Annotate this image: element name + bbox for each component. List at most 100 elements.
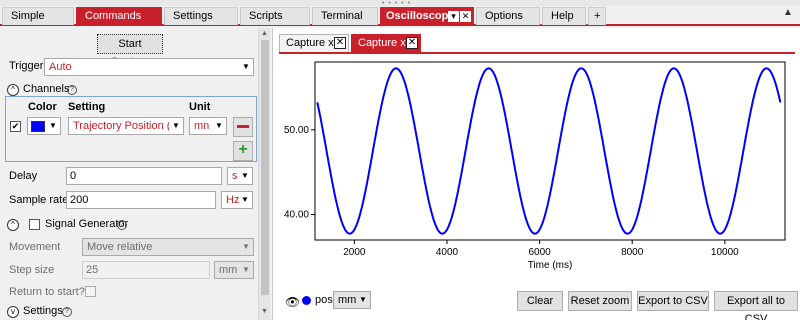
x-axis-label: Time (ms) <box>528 260 573 271</box>
oscilloscope-chart[interactable]: 2000 4000 6000 8000 10000 40.00 50.00 Time (ms) <box>273 56 800 284</box>
minus-icon <box>237 124 249 128</box>
tab-terminal[interactable]: Terminal <box>312 7 378 25</box>
channels-label: Channels <box>23 83 70 95</box>
tab-oscilloscope-label: Oscilloscope <box>386 10 455 22</box>
capture-tab-label: Capture x7 <box>286 37 340 49</box>
trigger-label: Trigger <box>9 60 44 72</box>
reset-zoom-button[interactable]: Reset zoom <box>568 291 632 311</box>
tab-help[interactable]: Help <box>542 7 586 25</box>
tab-scroll-up-icon[interactable]: ▲ <box>783 7 793 18</box>
capture-tab-underline <box>279 52 795 54</box>
chevron-down-icon: ▼ <box>241 195 249 204</box>
close-icon[interactable]: ✕ <box>334 37 346 49</box>
column-unit: Unit <box>189 101 211 113</box>
chevron-down-icon: ▼ <box>241 171 249 180</box>
channel-unit-select[interactable]: mn ▼ <box>189 117 227 135</box>
oscilloscope-panel: Capture x7 ✕ Capture x8 ✕ 2000 4000 6000 80… <box>272 28 800 320</box>
channel-unit-value: mn <box>194 120 210 132</box>
x-tick-label: 10000 <box>711 247 739 258</box>
delay-unit-value: s <box>232 170 238 182</box>
clear-button[interactable]: Clear <box>517 291 563 311</box>
channel-color-picker[interactable]: ▼ <box>27 117 61 135</box>
signal-generator-label: Signal Generator <box>45 218 129 230</box>
step-size-unit-select[interactable]: mm ▼ <box>214 261 254 279</box>
signal-generator-help-icon[interactable]: ? <box>117 220 127 230</box>
start-capture-button[interactable]: Start Capture <box>97 34 163 68</box>
channels-help-icon[interactable]: ? <box>67 85 77 95</box>
remove-channel-button[interactable] <box>233 117 253 137</box>
chevron-down-icon: ▼ <box>215 121 223 130</box>
eye-icon[interactable]: 👁 <box>285 295 300 309</box>
scroll-up-icon[interactable]: ▲ <box>261 30 268 37</box>
step-size-label: Step size <box>9 264 55 276</box>
channel-setting-select[interactable]: Trajectory Position (pc ▼ <box>68 117 184 135</box>
add-channel-button[interactable]: + <box>233 141 253 161</box>
signal-generator-collapse-icon[interactable]: ^ <box>7 219 19 231</box>
scrollbar-thumb[interactable] <box>261 40 269 295</box>
movement-select[interactable]: Move relative ▼ <box>82 238 254 256</box>
export-csv-button[interactable]: Export to CSV <box>637 291 709 311</box>
y-tick-label: 40.00 <box>284 210 309 221</box>
add-tab-button[interactable]: + <box>588 7 606 25</box>
chevron-down-icon: ▼ <box>49 121 57 130</box>
series-label: pos <box>315 294 333 306</box>
capture-tab-label: Capture x8 <box>358 37 412 49</box>
return-to-start-label: Return to start? <box>9 286 85 298</box>
export-all-csv-button[interactable]: Export all to CSV <box>714 291 798 320</box>
capture-tab-x8[interactable]: Capture x8 ✕ <box>351 34 421 52</box>
chevron-down-icon: ▼ <box>242 265 250 274</box>
tab-close-icon[interactable]: ✕ <box>460 11 471 22</box>
x-tick-label: 8000 <box>621 247 644 258</box>
settings-section-label: Settings <box>23 305 63 317</box>
return-to-start-checkbox[interactable] <box>85 286 96 297</box>
settings-help-icon[interactable]: ? <box>62 307 72 317</box>
series-unit-value: mm <box>338 294 357 306</box>
delay-unit-select[interactable]: s ▼ <box>227 167 253 185</box>
signal-generator-checkbox[interactable] <box>29 219 40 230</box>
channel-setting-value: Trajectory Position (pc <box>73 120 183 132</box>
chevron-down-icon: ▼ <box>169 118 183 134</box>
left-panel-scrollbar[interactable]: ▲ ▼ <box>258 28 270 320</box>
chevron-down-icon: ▼ <box>359 295 367 304</box>
x-tick-label: 6000 <box>528 247 551 258</box>
channels-collapse-icon[interactable]: ^ <box>7 84 19 96</box>
series-color-dot <box>302 296 311 305</box>
step-size-unit-value: mm <box>219 264 238 276</box>
sample-rate-unit-select[interactable]: Hz ▼ <box>221 191 253 209</box>
chevron-down-icon: ▼ <box>242 242 250 251</box>
channel-enabled-checkbox[interactable]: ✔ <box>10 121 21 132</box>
scroll-down-icon[interactable]: ▼ <box>261 308 268 315</box>
tab-commands[interactable]: Commands <box>76 7 162 25</box>
plus-icon: + <box>238 141 248 158</box>
column-setting: Setting <box>68 101 106 113</box>
x-tick-label: 4000 <box>436 247 459 258</box>
color-swatch <box>31 121 45 132</box>
series-unit-select[interactable]: mm ▼ <box>333 291 371 309</box>
trigger-value: Auto <box>49 61 72 73</box>
main-tab-bar: Simple Commands Settings Scripts Termina… <box>0 6 800 26</box>
sample-rate-label: Sample rate <box>9 194 69 206</box>
chart-toolbar: 👁 pos mm ▼ Clear Reset zoom Export to CS… <box>273 288 800 320</box>
close-icon[interactable]: ✕ <box>406 37 418 49</box>
capture-options: Delay 0 s ▼ Sample rate 200 Hz ▼ ^ Signa… <box>0 162 258 320</box>
column-color: Color <box>28 101 57 113</box>
tab-oscilloscope[interactable]: Oscilloscope ▾ ✕ <box>380 7 474 25</box>
x-tick-label: 2000 <box>343 247 366 258</box>
chevron-down-icon: ▼ <box>242 62 250 71</box>
capture-tab-x7[interactable]: Capture x7 ✕ <box>279 34 349 52</box>
channels-table: Color Setting Unit ✔ ▼ Trajectory Positi… <box>5 96 257 162</box>
delay-input[interactable]: 0 <box>66 167 222 185</box>
tab-settings[interactable]: Settings <box>164 7 238 25</box>
trigger-select[interactable]: Auto ▼ <box>44 58 254 76</box>
movement-value: Move relative <box>87 241 153 253</box>
tab-scripts[interactable]: Scripts <box>240 7 310 25</box>
y-tick-label: 50.00 <box>284 125 309 136</box>
delay-label: Delay <box>9 170 38 182</box>
settings-expand-icon[interactable]: v <box>7 306 19 318</box>
tab-options[interactable]: Options <box>476 7 540 25</box>
tab-dropdown-icon[interactable]: ▾ <box>448 11 459 22</box>
movement-label: Movement <box>9 241 61 253</box>
sample-rate-input[interactable]: 200 <box>66 191 216 209</box>
step-size-input[interactable]: 25 <box>82 261 210 279</box>
tab-simple[interactable]: Simple <box>2 7 74 25</box>
